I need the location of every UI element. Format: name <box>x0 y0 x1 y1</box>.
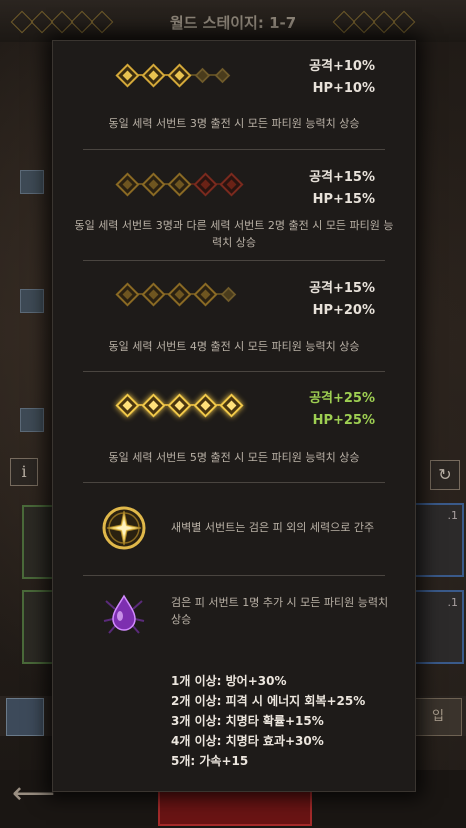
diamond-core <box>217 70 228 80</box>
top-decoration-right <box>332 10 416 34</box>
servant-card[interactable]: .1 <box>414 590 464 664</box>
diamond-core <box>122 70 133 80</box>
diamond-core <box>122 179 133 189</box>
top-bar: 월드 스테이지: 1-7 <box>0 0 466 42</box>
servant-slot-icon <box>20 408 44 432</box>
tier-3-description: 동일 세력 서번트 4명 출전 시 모든 파티원 능력치 상승 <box>108 340 360 353</box>
diamond-core <box>148 179 159 189</box>
diamond-core <box>200 289 211 299</box>
refresh-button[interactable]: ↻ <box>430 460 460 490</box>
diamond-core <box>122 400 133 410</box>
tier-1-diamonds <box>115 62 231 88</box>
divider <box>83 371 385 372</box>
diamond-core <box>226 400 237 410</box>
divider <box>83 482 385 483</box>
blood-bonus-5: 5개: 가속+15 <box>171 754 249 768</box>
servant-diamond-icon <box>115 171 140 197</box>
diamond-core <box>148 400 159 410</box>
diamond-core <box>226 179 237 189</box>
servant-diamond-icon <box>141 62 166 88</box>
servant-diamond-icon <box>141 392 166 418</box>
diamond-core <box>223 289 234 299</box>
compass-star-icon <box>102 506 146 550</box>
servant-diamond-icon <box>167 281 192 307</box>
servant-diamond-icon <box>219 392 244 418</box>
diamond-core <box>148 70 159 80</box>
avatar[interactable] <box>6 698 44 736</box>
diamond-core <box>174 179 185 189</box>
dark-blood-drop-icon <box>103 594 145 634</box>
enter-button[interactable]: 입 <box>414 698 462 736</box>
tier-1-description: 동일 세력 서번트 3명 출전 시 모든 파티원 능력치 상승 <box>108 117 360 130</box>
diamond-core <box>148 289 159 299</box>
card-level-label: .1 <box>447 596 459 609</box>
diamond-core <box>197 70 208 80</box>
servant-card[interactable]: .1 <box>414 503 464 577</box>
dawn-star-text: 새벽별 서번트는 검은 피 외의 세력으로 간주 <box>171 521 375 534</box>
blood-bonus-2: 2개 이상: 피격 시 에너지 회복+25% <box>171 694 366 708</box>
servant-diamond-icon <box>214 67 231 83</box>
back-arrow-icon[interactable]: ⟵ <box>12 776 55 811</box>
divider <box>83 260 385 261</box>
tier-1-attack: 공격+10% <box>309 59 375 74</box>
blood-bonus-1: 1개 이상: 방어+30% <box>171 674 287 688</box>
card-level-label: .1 <box>447 509 459 522</box>
servant-diamond-icon <box>167 62 192 88</box>
servant-diamond-icon <box>219 171 244 197</box>
tier-4-attack: 공격+25% <box>309 391 375 406</box>
diamond-core <box>200 179 211 189</box>
blood-bonus-3: 3개 이상: 치명타 확률+15% <box>171 714 324 728</box>
servant-diamond-icon <box>141 171 166 197</box>
blood-bonus-4: 4개 이상: 치명타 효과+30% <box>171 734 324 748</box>
servant-diamond-icon <box>193 171 218 197</box>
black-blood-text: 검은 피 서번트 1명 추가 시 모든 파티원 능력치 상승 <box>171 596 389 626</box>
servant-slot-icon <box>20 170 44 194</box>
servant-diamond-icon <box>167 171 192 197</box>
servant-diamond-icon <box>115 281 140 307</box>
servant-diamond-icon <box>193 281 218 307</box>
diamond-core <box>174 289 185 299</box>
tier-3-attack: 공격+15% <box>309 281 375 296</box>
servant-slot-icon <box>20 289 44 313</box>
servant-diamond-icon <box>167 392 192 418</box>
tier-4-diamonds <box>115 392 244 418</box>
tier-3-hp: HP+20% <box>312 303 375 318</box>
info-button[interactable]: i <box>10 458 38 486</box>
tier-1-hp: HP+10% <box>312 81 375 96</box>
tier-2-attack: 공격+15% <box>309 170 375 185</box>
tier-2-hp: HP+15% <box>312 192 375 207</box>
divider <box>83 149 385 150</box>
servant-diamond-icon <box>115 392 140 418</box>
diamond-core <box>174 70 185 80</box>
servant-diamond-icon <box>194 67 211 83</box>
servant-diamond-icon <box>115 62 140 88</box>
servant-diamond-icon <box>141 281 166 307</box>
tier-2-diamonds <box>115 171 244 197</box>
tier-2-description: 동일 세력 서번트 3명과 다른 세력 서번트 2명 출전 시 모든 파티원 능… <box>74 219 394 249</box>
tier-4-hp: HP+25% <box>312 413 375 428</box>
servant-diamond-icon <box>220 286 237 302</box>
diamond-core <box>174 400 185 410</box>
faction-bonus-panel: 공격+10% HP+10% 동일 세력 서번트 3명 출전 시 모든 파티원 능… <box>52 40 416 792</box>
tier-4-description: 동일 세력 서번트 5명 출전 시 모든 파티원 능력치 상승 <box>108 451 360 464</box>
diamond-core <box>200 400 211 410</box>
servant-diamond-icon <box>193 392 218 418</box>
divider <box>83 575 385 576</box>
start-battle-button[interactable] <box>158 786 312 826</box>
diamond-core <box>122 289 133 299</box>
tier-3-diamonds <box>115 281 237 307</box>
